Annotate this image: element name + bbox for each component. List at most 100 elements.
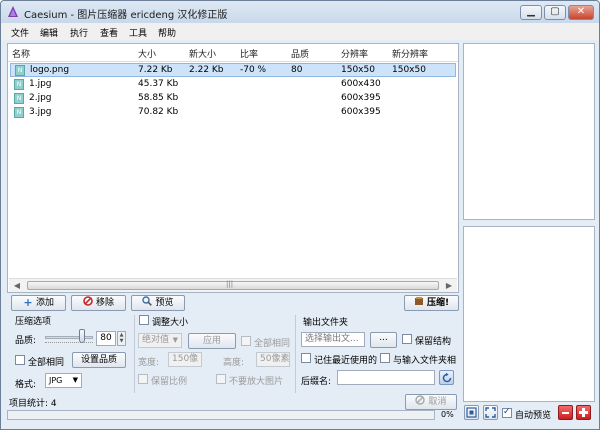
cell-name: 1.jpg [29, 79, 52, 89]
same-size-label: 全部相同 [254, 339, 291, 349]
column-header-name[interactable]: 名称 [12, 47, 30, 60]
cancel-button-label: 取消 [428, 397, 447, 407]
add-button-label: 添加 [35, 298, 54, 308]
cell-new-resolution: 150x50 [392, 65, 426, 75]
apply-button[interactable]: 应用 [188, 333, 236, 349]
table-row[interactable]: N logo.png 7.22 Kb 2.22 Kb -70 % 80 150x… [10, 63, 456, 77]
menu-tools[interactable]: 工具 [129, 26, 147, 39]
cell-name: 2.jpg [29, 93, 52, 103]
scroll-right-icon[interactable]: ▶ [443, 280, 455, 291]
minimize-button[interactable]: ▁ [520, 5, 542, 20]
no-enlarge-checkbox[interactable] [216, 374, 226, 384]
title-bar[interactable]: Caesium - 图片压缩器 ericdeng 汉化修正版 ▁ ▢ ✕ [1, 1, 599, 23]
horizontal-scrollbar[interactable]: ◀ ||| ▶ [9, 278, 457, 292]
refresh-icon [442, 372, 452, 383]
menu-run[interactable]: 执行 [70, 26, 88, 39]
magnifier-icon [142, 296, 153, 306]
output-folder-title: 输出文件夹 [303, 318, 349, 328]
cell-name: 3.jpg [29, 107, 52, 117]
cell-resolution: 600x395 [341, 93, 381, 103]
refresh-button[interactable] [439, 370, 454, 385]
resize-mode-select[interactable]: 绝对值 ▼ [138, 333, 182, 348]
resize-title: 调整大小 [152, 318, 189, 328]
scrollbar-grip-icon: ||| [226, 280, 234, 288]
column-header-quality[interactable]: 品质 [291, 47, 309, 60]
same-as-input-checkbox[interactable] [380, 353, 390, 363]
file-list[interactable]: 名称 大小 新大小 比率 品质 分辨率 新分辨率 N logo.png 7.22… [7, 43, 459, 293]
same-quality-label: 全部相同 [28, 358, 65, 368]
cell-size: 45.37 Kb [138, 79, 179, 89]
auto-preview-label: 自动预览 [515, 411, 552, 421]
suffix-input[interactable] [337, 370, 435, 385]
quality-value-input[interactable]: 80 [96, 331, 116, 346]
same-quality-checkbox[interactable] [15, 355, 25, 365]
quality-spinner[interactable]: ▲ ▼ [117, 331, 126, 346]
compressed-preview-pane [463, 226, 595, 402]
table-row[interactable]: N 2.jpg 58.85 Kb 600x395 [10, 92, 456, 106]
zoom-in-button[interactable] [576, 405, 591, 420]
cell-resolution: 600x395 [341, 107, 381, 117]
output-folder-input[interactable]: 选择输出文... [301, 332, 365, 347]
compress-icon [414, 297, 423, 305]
actual-size-button[interactable] [483, 405, 498, 420]
progress-bar [7, 410, 435, 420]
progress-percent: 0% [441, 410, 454, 419]
table-row[interactable]: N 1.jpg 45.37 Kb 600x430 [10, 78, 456, 92]
image-file-icon: N [15, 65, 25, 76]
cell-size: 70.82 Kb [138, 107, 179, 117]
quality-slider-thumb[interactable] [79, 329, 85, 343]
keep-ratio-checkbox[interactable] [138, 374, 148, 384]
header-divider [8, 61, 458, 62]
remember-last-label: 记住最近使用的 [314, 356, 378, 366]
cell-size: 58.85 Kb [138, 93, 179, 103]
cell-size: 7.22 Kb [138, 65, 173, 75]
maximize-button[interactable]: ▢ [544, 5, 566, 20]
section-divider [134, 315, 135, 393]
scroll-left-icon[interactable]: ◀ [11, 280, 23, 291]
cell-name: logo.png [30, 65, 70, 75]
set-quality-button[interactable]: 设置品质 [72, 352, 126, 368]
column-header-new-size[interactable]: 新大小 [189, 47, 216, 60]
remove-button[interactable]: 移除 [71, 295, 126, 311]
cancel-button[interactable]: 取消 [405, 394, 457, 410]
format-select[interactable]: JPG ▼ [45, 373, 82, 388]
menu-view[interactable]: 查看 [100, 26, 118, 39]
preview-button[interactable]: 预览 [131, 295, 185, 311]
keep-structure-checkbox[interactable] [402, 334, 412, 344]
column-header-size[interactable]: 大小 [138, 47, 156, 60]
menu-bar: 文件 编辑 执行 查看 工具 帮助 [1, 23, 599, 40]
menu-edit[interactable]: 编辑 [40, 26, 58, 39]
add-button[interactable]: + 添加 [11, 295, 66, 311]
table-row[interactable]: N 3.jpg 70.82 Kb 600x395 [10, 106, 456, 120]
caesium-app-icon [8, 6, 18, 17]
remember-last-checkbox[interactable] [301, 353, 311, 363]
remove-button-label: 移除 [95, 298, 114, 308]
auto-preview-checkbox[interactable] [502, 407, 512, 418]
column-header-new-resolution[interactable]: 新分辨率 [392, 47, 428, 60]
browse-button[interactable]: ... [370, 332, 397, 348]
menu-help[interactable]: 帮助 [158, 26, 176, 39]
cell-resolution: 600x430 [341, 79, 381, 89]
column-header-ratio[interactable]: 比率 [240, 47, 258, 60]
keep-ratio-label: 保留比例 [151, 377, 188, 387]
compress-button[interactable]: 压缩! [404, 295, 459, 311]
zoom-out-button[interactable] [558, 405, 573, 420]
scrollbar-thumb[interactable]: ||| [27, 280, 439, 290]
quality-slider[interactable] [45, 328, 93, 348]
same-size-checkbox[interactable] [241, 336, 251, 346]
column-header-resolution[interactable]: 分辨率 [341, 47, 368, 60]
close-button[interactable]: ✕ [568, 5, 594, 20]
window-title: Caesium - 图片压缩器 ericdeng 汉化修正版 [24, 10, 228, 21]
cell-ratio: -70 % [240, 65, 267, 75]
height-input[interactable]: 50像素 [256, 352, 290, 367]
resize-checkbox[interactable] [139, 315, 149, 325]
chevron-down-icon: ▼ [72, 376, 78, 384]
image-file-icon: N [14, 79, 24, 90]
fit-view-button[interactable] [464, 405, 479, 420]
width-input[interactable]: 150像 [168, 352, 202, 367]
menu-file[interactable]: 文件 [11, 26, 29, 39]
remove-icon [83, 296, 93, 306]
height-label: 高度: [223, 358, 245, 368]
format-label: 格式: [15, 380, 37, 390]
spin-down-icon[interactable]: ▼ [118, 338, 125, 344]
